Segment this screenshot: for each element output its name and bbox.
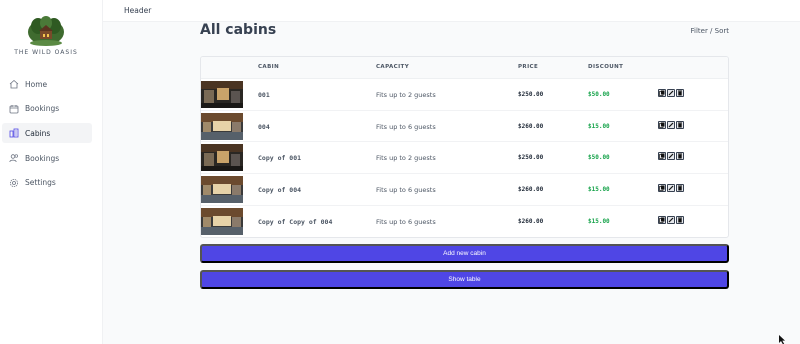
row-actions: [658, 215, 684, 224]
sidebar-nav: Home Bookings Cabins Bookings Settings: [2, 74, 92, 197]
cabins-table: CABIN CAPACITY PRICE DISCOUNT 001 Fits u…: [200, 56, 729, 238]
home-icon: [9, 79, 19, 89]
cabin-discount: $50.00: [588, 154, 610, 162]
trash-icon: [678, 153, 682, 159]
duplicate-button[interactable]: [658, 89, 666, 97]
add-new-cabin-button[interactable]: Add new cabin: [200, 244, 729, 263]
sidebar-item-home[interactable]: Home: [2, 74, 92, 94]
pencil-icon: [668, 185, 674, 191]
duplicate-button[interactable]: [658, 120, 666, 129]
cabin-capacity: Fits up to 6 guests: [376, 217, 436, 226]
sidebar-item-settings[interactable]: Settings: [2, 173, 92, 193]
sidebar-item-cabins[interactable]: Cabins: [2, 123, 92, 144]
copy-icon: [659, 122, 665, 128]
sidebar: THE WILD OASIS Home Bookings Cabins Book…: [0, 0, 103, 344]
table-row: 001 Fits up to 2 guests $250.00 $50.00: [201, 79, 728, 111]
logo: [28, 16, 64, 46]
copy-icon: [659, 153, 665, 160]
cabin-price: $260.00: [518, 186, 544, 194]
trash-icon: [678, 122, 682, 128]
column-header-cabin: CABIN: [258, 64, 280, 70]
delete-button[interactable]: [676, 89, 684, 97]
copy-icon: [659, 185, 665, 191]
sidebar-item-users[interactable]: Bookings: [2, 148, 92, 168]
sidebar-item-label: Bookings: [25, 104, 60, 114]
cabin-price: $250.00: [518, 91, 544, 98]
edit-button[interactable]: [667, 120, 675, 129]
delete-button[interactable]: [676, 215, 684, 224]
trash-icon: [678, 185, 682, 191]
table-row: Copy of 001 Fits up to 2 guests $250.00 …: [201, 142, 728, 175]
header-text: Header: [124, 6, 152, 15]
cabin-capacity: Fits up to 6 guests: [376, 122, 436, 131]
row-actions: [658, 152, 684, 161]
delete-button[interactable]: [676, 120, 684, 129]
duplicate-button[interactable]: [658, 215, 666, 224]
cabin-name: 001: [258, 91, 270, 99]
logo-text: THE WILD OASIS: [14, 49, 78, 56]
calendar-icon: [9, 104, 19, 114]
sidebar-item-label: Settings: [25, 178, 56, 188]
pencil-icon: [668, 90, 674, 96]
trash-icon: [678, 217, 682, 223]
edit-button[interactable]: [667, 215, 675, 224]
edit-button[interactable]: [667, 184, 675, 193]
cabin-capacity: Fits up to 2 guests: [376, 91, 436, 99]
sidebar-item-label: Bookings: [25, 153, 60, 163]
sidebar-item-bookings[interactable]: Bookings: [2, 99, 92, 119]
copy-icon: [659, 90, 665, 96]
column-header-capacity: CAPACITY: [376, 64, 410, 70]
mouse-cursor-icon: [779, 335, 785, 344]
cabin-price: $260.00: [518, 122, 544, 130]
cabin-thumbnail: [201, 112, 243, 140]
cabins-icon: [9, 128, 19, 138]
cabin-discount: $15.00: [588, 186, 610, 194]
row-actions: [658, 184, 684, 193]
pencil-icon: [668, 153, 674, 159]
cabin-thumbnail: [201, 144, 243, 172]
copy-icon: [659, 217, 665, 223]
cabin-discount: $15.00: [588, 217, 610, 225]
cabin-thumbnail: [201, 207, 243, 235]
pencil-icon: [668, 217, 674, 223]
duplicate-button[interactable]: [658, 152, 666, 161]
trash-icon: [678, 90, 682, 96]
delete-button[interactable]: [676, 152, 684, 161]
column-header-price: PRICE: [518, 64, 539, 70]
table-row: 004 Fits up to 6 guests $260.00 $15.00: [201, 111, 728, 143]
column-header-discount: DISCOUNT: [588, 64, 624, 70]
cabin-name: Copy of 004: [258, 186, 302, 195]
sidebar-item-label: Cabins: [25, 128, 51, 138]
cabin-capacity: Fits up to 6 guests: [376, 186, 436, 195]
cabin-discount: $50.00: [588, 91, 610, 98]
duplicate-button[interactable]: [658, 184, 666, 193]
table-row: Copy of 004 Fits up to 6 guests $260.00 …: [201, 174, 728, 206]
users-icon: [9, 154, 18, 163]
cabin-price: $260.00: [518, 217, 544, 225]
header-bar: Header: [103, 0, 800, 22]
table-row: Copy of Copy of 004 Fits up to 6 guests …: [201, 206, 728, 237]
table-header: CABIN CAPACITY PRICE DISCOUNT: [201, 57, 728, 79]
row-actions: [658, 120, 684, 129]
edit-button[interactable]: [667, 152, 675, 161]
gear-icon: [10, 178, 18, 187]
cabin-name: Copy of Copy of 004: [258, 217, 333, 226]
show-table-button[interactable]: Show table: [200, 270, 729, 289]
pencil-icon: [668, 122, 674, 128]
cabin-thumbnail: [201, 176, 243, 204]
cabin-thumbnail: [201, 81, 243, 108]
delete-button[interactable]: [676, 184, 684, 193]
page-title: All cabins: [200, 22, 277, 38]
row-actions: [658, 89, 684, 97]
cabin-capacity: Fits up to 2 guests: [376, 154, 436, 163]
cabin-name: 004: [258, 122, 270, 131]
sidebar-item-label: Home: [25, 79, 48, 89]
edit-button[interactable]: [667, 89, 675, 97]
filter-sort[interactable]: Filter / Sort: [691, 27, 730, 35]
cabin-discount: $15.00: [588, 122, 610, 130]
cabin-name: Copy of 001: [258, 154, 302, 163]
cabin-price: $250.00: [518, 154, 544, 162]
